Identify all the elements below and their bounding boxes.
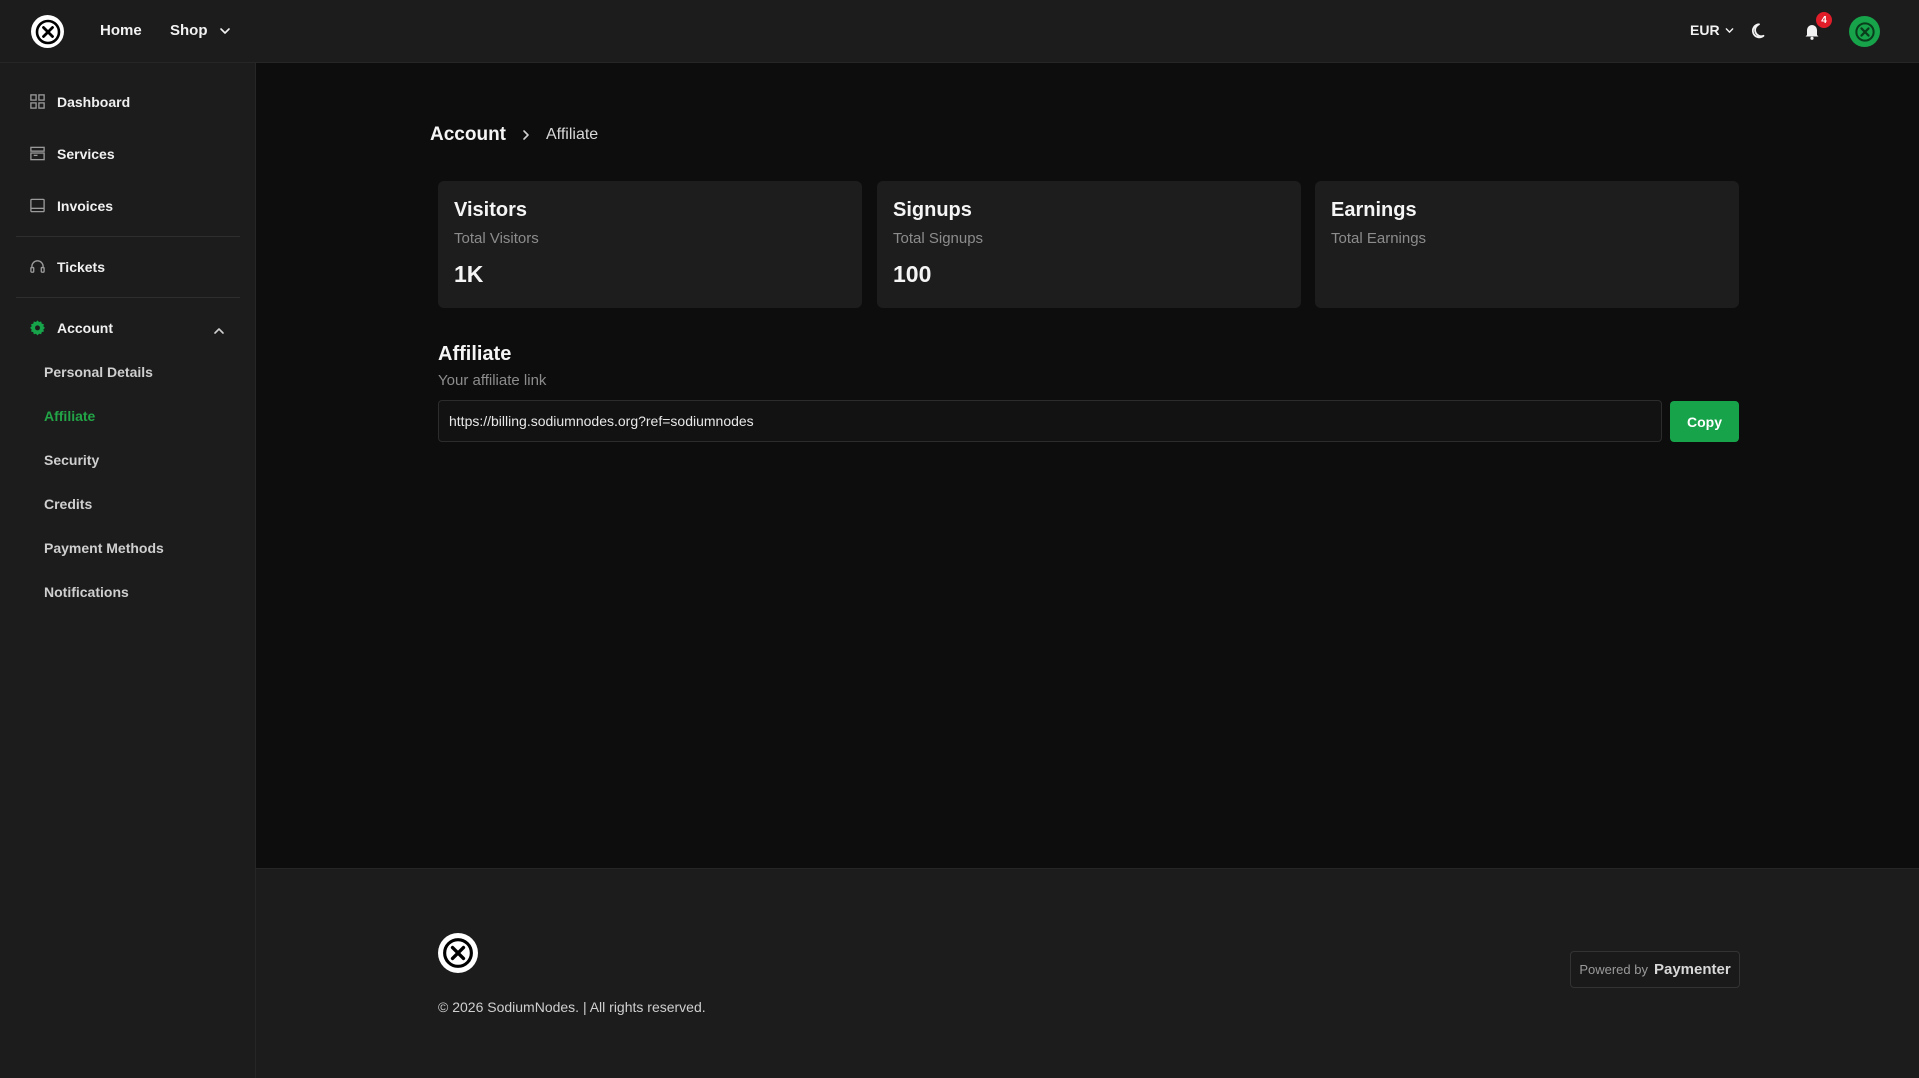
stat-card-visitors: Visitors Total Visitors 1K bbox=[438, 181, 862, 308]
notification-count-badge: 4 bbox=[1816, 12, 1832, 28]
paymenter-brand: Paymenter bbox=[1653, 961, 1731, 978]
dashboard-icon bbox=[30, 94, 45, 109]
sidebar-item-label: Invoices bbox=[57, 197, 114, 214]
powered-by-label: Powered by bbox=[1579, 962, 1648, 977]
sidebar-item-tickets[interactable]: Tickets bbox=[29, 258, 105, 275]
chevron-down-icon bbox=[219, 27, 230, 34]
stat-card-subtitle: Total Visitors bbox=[454, 230, 539, 247]
nav-shop-dropdown[interactable]: Shop bbox=[170, 22, 232, 39]
nav-shop-label: Shop bbox=[170, 22, 208, 39]
stat-card-title: Visitors bbox=[454, 199, 527, 221]
sidebar-item-invoices[interactable]: Invoices bbox=[29, 197, 113, 214]
stat-card-title: Signups bbox=[893, 199, 972, 221]
sidebar-item-label: Dashboard bbox=[57, 93, 131, 110]
chevron-right-icon bbox=[523, 130, 529, 140]
sidebar: Dashboard Services Invoices Tickets Acco… bbox=[0, 63, 256, 1078]
sidebar-item-account[interactable]: Account bbox=[29, 319, 113, 336]
sidebar-item-label: Tickets bbox=[57, 258, 105, 275]
sidebar-subitem-credits[interactable]: Credits bbox=[44, 496, 92, 512]
stat-card-title: Earnings bbox=[1331, 199, 1417, 221]
chevron-down-icon bbox=[1725, 27, 1733, 33]
headset-icon bbox=[30, 260, 45, 273]
sidebar-item-label: Account bbox=[57, 319, 113, 336]
sidebar-subitem-personal-details[interactable]: Personal Details bbox=[44, 364, 153, 380]
sidebar-subitem-payment-methods[interactable]: Payment Methods bbox=[44, 540, 164, 556]
sidebar-subitem-notifications[interactable]: Notifications bbox=[44, 584, 129, 600]
stat-card-subtitle: Total Earnings bbox=[1331, 230, 1427, 247]
sidebar-item-dashboard[interactable]: Dashboard bbox=[29, 93, 130, 110]
footer-copyright: © 2026 SodiumNodes. | All rights reserve… bbox=[438, 999, 706, 1015]
copy-button[interactable]: Copy bbox=[1670, 401, 1739, 442]
currency-selector[interactable]: EUR bbox=[1690, 22, 1735, 38]
gear-icon bbox=[30, 320, 45, 336]
sidebar-divider bbox=[16, 297, 240, 298]
sidebar-subitem-affiliate[interactable]: Affiliate bbox=[44, 408, 95, 424]
stat-card-subtitle: Total Signups bbox=[893, 230, 984, 247]
affiliate-section-subtitle: Your affiliate link bbox=[438, 372, 547, 389]
nav-home-link[interactable]: Home bbox=[100, 22, 142, 39]
powered-by-paymenter-link[interactable]: Powered by Paymenter bbox=[1570, 951, 1740, 988]
breadcrumb-account-link[interactable]: Account bbox=[430, 124, 506, 146]
stat-card-value: 1K bbox=[454, 261, 484, 287]
affiliate-link-input[interactable] bbox=[438, 400, 1662, 442]
avatar-logo-icon bbox=[1854, 21, 1875, 42]
sidebar-subitem-security[interactable]: Security bbox=[44, 452, 99, 468]
stat-card-value: 100 bbox=[893, 261, 932, 287]
stat-card-earnings: Earnings Total Earnings bbox=[1315, 181, 1739, 308]
breadcrumb-current: Affiliate bbox=[546, 126, 599, 143]
sidebar-divider bbox=[16, 236, 240, 237]
stat-card-signups: Signups Total Signups 100 bbox=[877, 181, 1301, 308]
footer: © 2026 SodiumNodes. | All rights reserve… bbox=[256, 868, 1919, 1078]
sidebar-item-services[interactable]: Services bbox=[29, 145, 115, 162]
top-navbar: Home Shop EUR 4 bbox=[0, 0, 1919, 63]
affiliate-section-title: Affiliate bbox=[438, 343, 512, 365]
currency-label: EUR bbox=[1690, 22, 1720, 38]
user-avatar[interactable] bbox=[1849, 16, 1880, 47]
sidebar-item-label: Services bbox=[57, 145, 115, 162]
dark-mode-toggle-icon[interactable] bbox=[1750, 21, 1770, 41]
chevron-up-icon[interactable] bbox=[212, 324, 226, 338]
brand-logo-icon[interactable] bbox=[31, 15, 64, 48]
server-icon bbox=[30, 146, 45, 161]
breadcrumb: Account Affiliate bbox=[430, 124, 598, 146]
invoice-icon bbox=[30, 198, 45, 213]
footer-logo-icon[interactable] bbox=[438, 933, 478, 973]
